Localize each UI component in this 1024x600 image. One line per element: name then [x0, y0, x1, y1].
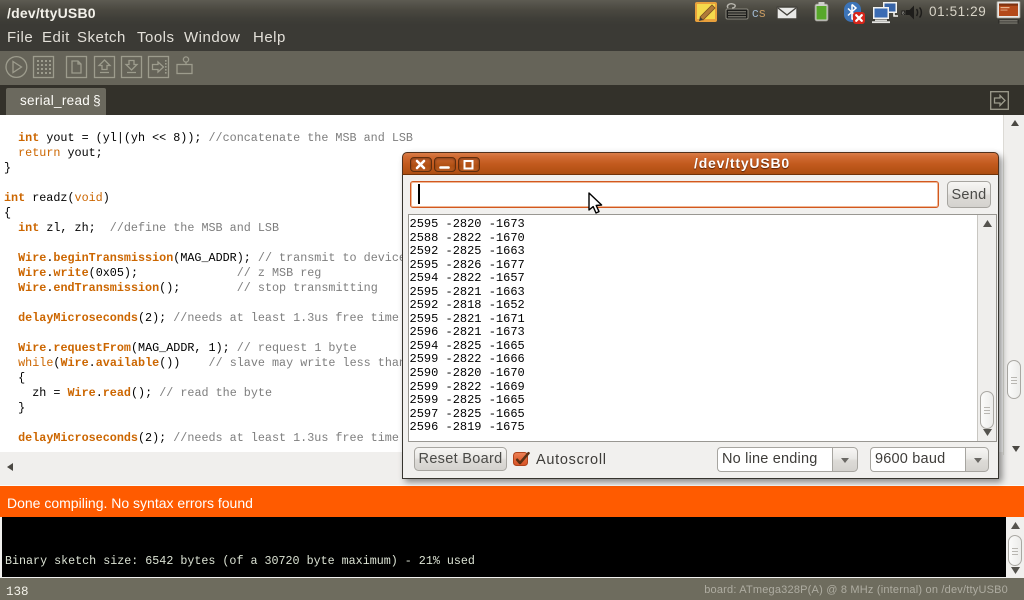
svg-text:s: s [759, 5, 766, 20]
svg-text:c: c [752, 5, 759, 20]
